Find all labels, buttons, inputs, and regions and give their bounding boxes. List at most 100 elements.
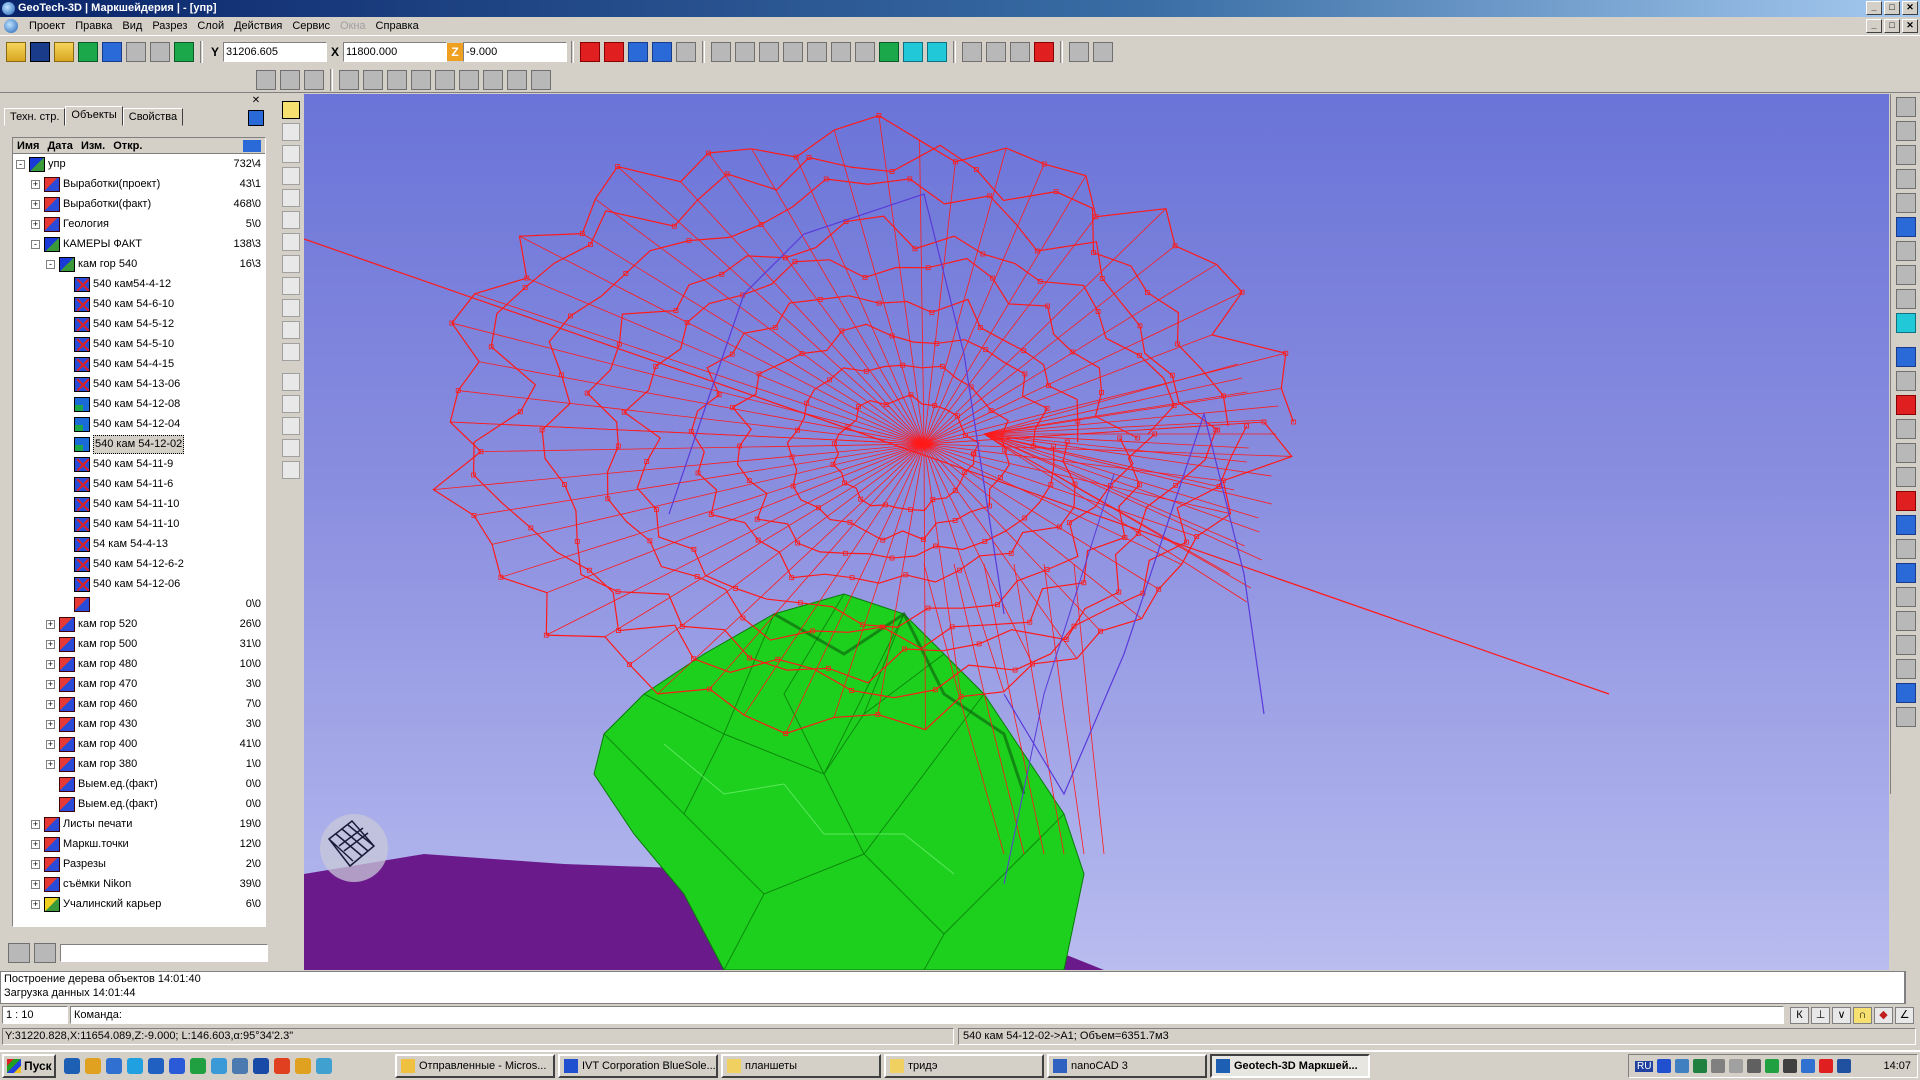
tray-app-icon[interactable] — [1801, 1059, 1816, 1073]
ellipse-icon[interactable] — [459, 70, 479, 90]
tree-node[interactable]: Выем.ед.(факт) 0\0 — [13, 794, 265, 814]
start-button[interactable]: Пуск — [2, 1054, 56, 1078]
plane-icon[interactable] — [711, 42, 731, 62]
copy-layer-icon[interactable] — [282, 395, 300, 413]
find-icon[interactable] — [8, 943, 30, 963]
menu-service[interactable]: Сервис — [287, 20, 335, 32]
tree-node[interactable]: Выем.ед.(факт) 0\0 — [13, 774, 265, 794]
app-launch-icon[interactable] — [295, 1058, 311, 1074]
frame-icon[interactable] — [962, 42, 982, 62]
tree-node[interactable]: + кам гор 520 26\0 — [13, 614, 265, 634]
expand-icon[interactable]: + — [46, 760, 55, 769]
taskbar-button[interactable]: nanoCAD 3 — [1047, 1054, 1207, 1078]
column-opened[interactable]: Откр. — [109, 140, 146, 152]
eraser-icon[interactable] — [507, 70, 527, 90]
layers-icon[interactable] — [78, 42, 98, 62]
tray-app-icon[interactable] — [1711, 1059, 1726, 1073]
minimize-button[interactable]: _ — [1866, 1, 1882, 15]
expand-icon[interactable]: + — [46, 700, 55, 709]
tree-node[interactable]: 540 кам 54-11-6 — [13, 474, 265, 494]
filter-icon[interactable] — [34, 943, 56, 963]
expand-icon[interactable]: + — [31, 820, 40, 829]
wireframe-icon[interactable] — [580, 42, 600, 62]
tree-node[interactable]: 540 кам 54-12-04 — [13, 414, 265, 434]
circle-icon[interactable] — [435, 70, 455, 90]
lasso-icon[interactable] — [282, 233, 300, 251]
terrain-icon[interactable] — [879, 42, 899, 62]
app-launch-icon[interactable] — [274, 1058, 290, 1074]
tree-node[interactable]: 540 кам 54-5-12 — [13, 314, 265, 334]
tree-node[interactable]: - КАМЕРЫ ФАКТ 138\3 — [13, 234, 265, 254]
tree-node[interactable]: + Маркш.точки 12\0 — [13, 834, 265, 854]
rectangle-icon[interactable] — [363, 70, 383, 90]
cut-icon[interactable] — [807, 42, 827, 62]
tree-node[interactable]: 540 кам 54-12-06 — [13, 574, 265, 594]
expand-icon[interactable]: + — [31, 220, 40, 229]
rotate-icon[interactable] — [282, 255, 300, 273]
tree-node[interactable]: + Выработки(факт) 468\0 — [13, 194, 265, 214]
taskbar-button[interactable]: Geotech-3D Маркшей... — [1210, 1054, 1370, 1078]
log-scrollbar[interactable] — [1905, 971, 1920, 1004]
taskbar-button[interactable]: IVT Corporation BlueSole... — [558, 1054, 718, 1078]
contour-icon[interactable] — [1896, 611, 1916, 631]
select-path-icon[interactable] — [282, 167, 300, 185]
snowflake-icon[interactable] — [282, 321, 300, 339]
cross-icon[interactable] — [74, 497, 90, 512]
tree-node[interactable]: 54 кам 54-4-13 — [13, 534, 265, 554]
panel-close-button[interactable]: ✕ — [250, 96, 262, 107]
command-input[interactable]: Команда: — [70, 1006, 1784, 1024]
folder-icon[interactable] — [44, 877, 60, 892]
cross-icon[interactable] — [74, 517, 90, 532]
tree-node[interactable]: - кам гор 540 16\3 — [13, 254, 265, 274]
app-launch-icon[interactable] — [316, 1058, 332, 1074]
expand-icon[interactable]: + — [31, 200, 40, 209]
tree-search-input[interactable] — [60, 944, 268, 962]
tray-app-icon[interactable] — [1783, 1059, 1798, 1073]
move-icon[interactable] — [282, 343, 300, 361]
layer-icon[interactable] — [44, 237, 60, 252]
select-area-icon[interactable] — [282, 123, 300, 141]
snap-perp-button[interactable]: ⊥ — [1811, 1006, 1830, 1024]
tree-node[interactable]: 540 кам 54-12-08 — [13, 394, 265, 414]
language-indicator[interactable]: RU — [1635, 1060, 1654, 1072]
cross-icon[interactable] — [74, 537, 90, 552]
tree-node[interactable]: + Учалинский карьер 6\0 — [13, 894, 265, 914]
cross-icon[interactable] — [74, 377, 90, 392]
expand-icon[interactable]: + — [46, 640, 55, 649]
app-launch-icon[interactable] — [211, 1058, 227, 1074]
taskbar-button[interactable]: планшеты — [721, 1054, 881, 1078]
doc-minimize-button[interactable]: _ — [1866, 19, 1882, 33]
panel-settings-icon[interactable] — [248, 110, 264, 126]
hand-icon[interactable] — [1010, 42, 1030, 62]
quarry-icon[interactable] — [44, 897, 60, 912]
pan-icon[interactable] — [1896, 145, 1916, 165]
folder-icon[interactable] — [44, 217, 60, 232]
move-point-icon[interactable] — [282, 211, 300, 229]
column-date[interactable]: Дата — [43, 140, 76, 152]
column-name[interactable]: Имя — [13, 140, 43, 152]
block-icon[interactable] — [531, 70, 551, 90]
tree-node[interactable]: + кам гор 430 3\0 — [13, 714, 265, 734]
folder-icon[interactable] — [74, 597, 90, 612]
tree-node[interactable]: + кам гор 470 3\0 — [13, 674, 265, 694]
cut-plane-icon[interactable] — [1896, 467, 1916, 487]
solid-icon[interactable] — [74, 437, 90, 452]
tree-node[interactable]: 540 кам54-4-12 — [13, 274, 265, 294]
network-icon[interactable] — [1675, 1059, 1690, 1073]
collapse-icon[interactable]: - — [31, 240, 40, 249]
profile-icon[interactable] — [1896, 241, 1916, 261]
wire-view-icon[interactable] — [1896, 371, 1916, 391]
app-launch-icon[interactable] — [85, 1058, 101, 1074]
folder-icon[interactable] — [44, 857, 60, 872]
cross-icon[interactable] — [74, 457, 90, 472]
close-button[interactable]: ✕ — [1902, 1, 1918, 15]
app-launch-icon[interactable] — [190, 1058, 206, 1074]
cylinder-icon[interactable] — [783, 42, 803, 62]
maximize-button[interactable]: □ — [1884, 1, 1900, 15]
scale-field[interactable]: 1 : 10 — [2, 1006, 68, 1024]
cross-icon[interactable] — [74, 317, 90, 332]
doc-close-button[interactable]: ✕ — [1902, 19, 1918, 33]
cross-icon[interactable] — [74, 577, 90, 592]
folder-icon[interactable] — [44, 177, 60, 192]
fill-area-icon[interactable] — [282, 299, 300, 317]
